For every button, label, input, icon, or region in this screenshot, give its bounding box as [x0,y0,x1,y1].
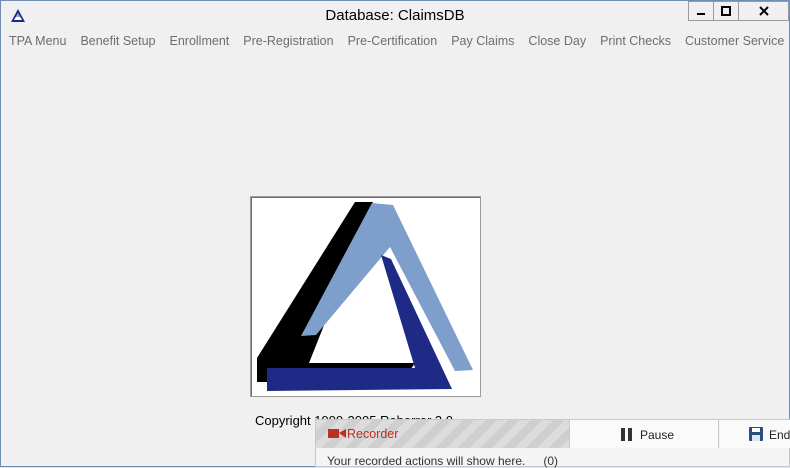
save-icon [749,427,763,441]
triangle-logo [257,202,473,391]
menu-item-benefit-setup[interactable]: Benefit Setup [80,34,155,52]
menu-bar: TPA Menu Benefit Setup Enrollment Pre-Re… [9,34,789,52]
menu-item-close-day[interactable]: Close Day [528,34,586,52]
minimize-icon [697,13,705,15]
menu-item-tpa-menu[interactable]: TPA Menu [9,34,66,52]
recorder-label: Recorder [347,427,399,441]
recorder-status-text: Your recorded actions will show here. [327,454,526,468]
end-label: End [769,428,790,442]
recorder-panel: Recorder Pause End Your recorded actions… [315,419,790,468]
close-button[interactable] [738,1,789,21]
menu-item-customer-service[interactable]: Customer Service [685,34,784,52]
video-camera-icon [328,429,346,438]
menu-item-pre-registration[interactable]: Pre-Registration [243,34,333,52]
pause-icon [621,428,632,441]
pause-button[interactable]: Pause [569,420,719,448]
end-button[interactable]: End [720,420,790,448]
recorded-actions-count: (0) [543,454,558,468]
recorder-status-line: Your recorded actions will show here. (0) [327,454,558,468]
menu-item-print-checks[interactable]: Print Checks [600,34,671,52]
menu-item-enrollment[interactable]: Enrollment [170,34,230,52]
maximize-button[interactable] [713,1,739,21]
window-controls [688,1,789,22]
maximize-icon [721,6,731,16]
window-title: Database: ClaimsDB [325,7,465,24]
company-logo [250,196,481,397]
recorder-status-area: Recorder [316,420,569,448]
title-bar[interactable]: Database: ClaimsDB [1,1,789,30]
minimize-button[interactable] [688,1,714,21]
close-icon [758,6,769,16]
menu-item-pre-certification[interactable]: Pre-Certification [348,34,438,52]
recorder-toolbar: Recorder Pause End [316,420,790,448]
menu-item-pay-claims[interactable]: Pay Claims [451,34,514,52]
pause-label: Pause [640,428,675,442]
app-window: Database: ClaimsDB TPA Menu Benefit Setu… [0,0,790,467]
